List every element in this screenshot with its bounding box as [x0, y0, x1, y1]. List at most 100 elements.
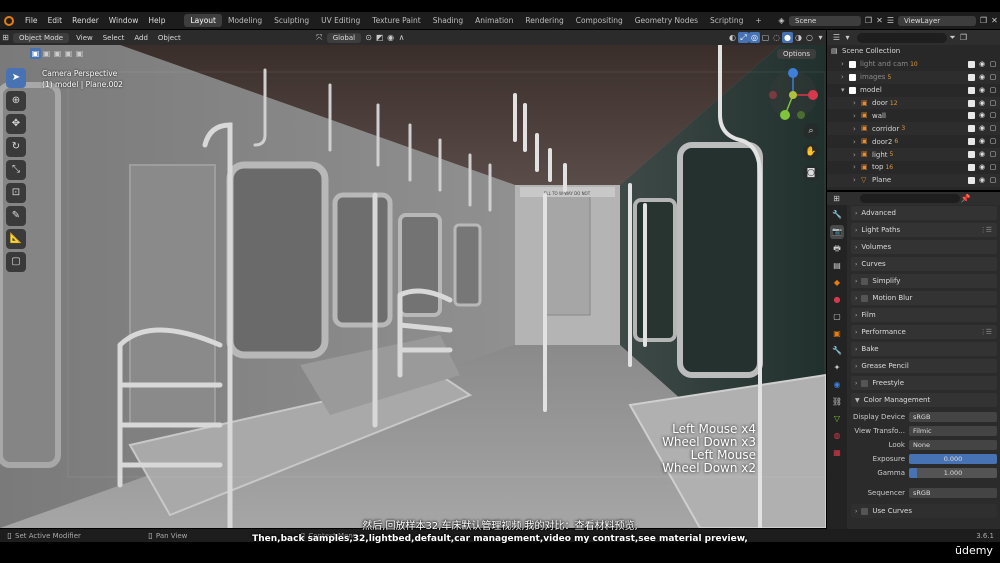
add-cube-tool-icon[interactable]: ▢: [6, 252, 26, 272]
expand-toggle-icon[interactable]: ›: [853, 138, 861, 146]
exclude-checkbox[interactable]: [968, 138, 975, 146]
new-scene-icon[interactable]: ❐: [863, 15, 874, 26]
exclude-checkbox[interactable]: [968, 112, 975, 120]
navigation-gizmo[interactable]: [765, 67, 825, 125]
eye-icon[interactable]: ◉: [978, 86, 986, 94]
proportional-edit-icon[interactable]: ◉: [385, 32, 396, 43]
object-tab-icon[interactable]: ▣: [830, 327, 844, 341]
material-tab-icon[interactable]: ◍: [830, 429, 844, 443]
exclude-checkbox[interactable]: [968, 99, 975, 107]
options-button[interactable]: Options: [776, 49, 816, 59]
expand-toggle-icon[interactable]: ›: [853, 163, 861, 171]
outliner-row-door[interactable]: › ▣ door 12 ◉ ▢: [827, 96, 1000, 110]
eye-icon[interactable]: ◉: [978, 73, 986, 81]
collection-tab-icon[interactable]: ▢: [830, 310, 844, 324]
expand-toggle-icon[interactable]: ›: [853, 125, 861, 133]
mode-selector[interactable]: Object Mode: [13, 32, 70, 43]
panel-enable-checkbox[interactable]: [861, 277, 869, 285]
filter-icon[interactable]: ▾: [842, 32, 853, 43]
eye-icon[interactable]: ◉: [978, 138, 986, 145]
tab-compositing[interactable]: Compositing: [570, 14, 629, 27]
tab-sculpting[interactable]: Sculpting: [268, 14, 315, 27]
exclude-checkbox[interactable]: [968, 176, 975, 184]
menu-window[interactable]: Window: [104, 16, 144, 25]
add-workspace-button[interactable]: +: [749, 14, 767, 27]
measure-tool-icon[interactable]: 📐: [6, 229, 26, 249]
menu-render[interactable]: Render: [67, 16, 104, 25]
color-management-panel[interactable]: ▼ Color Management: [851, 393, 997, 407]
visibility-icon[interactable]: ◐: [727, 32, 738, 43]
eye-icon[interactable]: ◉: [978, 99, 986, 107]
3d-viewport[interactable]: ELL TO W·WAY DO NOT Camera Perspective (…: [0, 45, 826, 528]
exclude-checkbox[interactable]: [968, 73, 975, 81]
use-curves-subpanel[interactable]: › Use Curves: [851, 504, 997, 518]
constraints-tab-icon[interactable]: ⛓: [830, 395, 844, 409]
gamma-slider[interactable]: 1.000: [909, 468, 997, 478]
funnel-icon[interactable]: ⏷: [947, 32, 958, 43]
new-viewlayer-icon[interactable]: ❐: [978, 15, 989, 26]
look-dropdown[interactable]: None: [909, 440, 997, 450]
viewlayer-icon[interactable]: ☰: [885, 15, 896, 26]
outliner-row-light[interactable]: › ▣ light 5 ◉ ▢: [827, 148, 1000, 162]
select-invert-icon[interactable]: ▣: [63, 48, 74, 59]
outliner-row-wall[interactable]: › ▣ wall ◉ ▢: [827, 109, 1000, 122]
falloff-icon[interactable]: ∧: [396, 32, 407, 43]
view-transform-dropdown[interactable]: Filmic: [909, 426, 997, 436]
rotate-tool-icon[interactable]: ↻: [6, 137, 26, 157]
camera-render-icon[interactable]: ▢: [989, 86, 997, 94]
menu-add[interactable]: Add: [129, 34, 153, 42]
outliner-search-input[interactable]: [857, 32, 947, 43]
camera-render-icon[interactable]: ▢: [989, 112, 997, 119]
transform-orientation-selector[interactable]: Global: [326, 32, 362, 43]
exclude-checkbox[interactable]: [968, 151, 975, 159]
tab-scripting[interactable]: Scripting: [704, 14, 749, 27]
panel-grease-pencil[interactable]: › Grease Pencil: [851, 359, 997, 373]
output-tab-icon[interactable]: 🖶: [830, 242, 844, 256]
tab-geometry-nodes[interactable]: Geometry Nodes: [629, 14, 704, 27]
gizmo-icon[interactable]: ⤢: [738, 32, 749, 43]
scene-collection-row[interactable]: ▤ Scene Collection: [827, 45, 1000, 58]
tab-animation[interactable]: Animation: [469, 14, 519, 27]
tab-texture-paint[interactable]: Texture Paint: [366, 14, 426, 27]
camera-render-icon[interactable]: ▢: [989, 125, 997, 132]
panel-advanced[interactable]: › Advanced: [851, 206, 997, 220]
panel-curves[interactable]: › Curves: [851, 257, 997, 271]
panel-light-paths[interactable]: › Light Paths ⋮☰: [851, 223, 997, 237]
physics-tab-icon[interactable]: ◉: [830, 378, 844, 392]
tab-rendering[interactable]: Rendering: [519, 14, 569, 27]
texture-tab-icon[interactable]: ▦: [830, 446, 844, 460]
expand-toggle-icon[interactable]: ›: [853, 99, 861, 107]
use-curves-checkbox[interactable]: [861, 507, 869, 515]
menu-edit[interactable]: Edit: [43, 16, 68, 25]
scene-icon[interactable]: ◈: [776, 15, 787, 26]
exclude-checkbox[interactable]: [968, 86, 975, 94]
outliner-row-plane[interactable]: › ▽ Plane ◉ ▢: [827, 173, 1000, 187]
menu-file[interactable]: File: [20, 16, 43, 25]
shading-wireframe-icon[interactable]: ◌: [771, 32, 782, 43]
eye-icon[interactable]: ◉: [978, 176, 986, 184]
move-tool-icon[interactable]: ✥: [6, 114, 26, 134]
properties-editor-icon[interactable]: ⊞: [831, 193, 842, 204]
exclude-checkbox[interactable]: [968, 60, 975, 68]
expand-toggle-icon[interactable]: ›: [853, 112, 861, 120]
particles-tab-icon[interactable]: ✦: [830, 361, 844, 375]
select-intersect-icon[interactable]: ▣: [74, 48, 85, 59]
panel-simplify[interactable]: › Simplify: [851, 274, 997, 288]
camera-render-icon[interactable]: ▢: [989, 60, 997, 68]
shading-options-icon[interactable]: ▾: [815, 32, 826, 43]
shading-rendered-icon[interactable]: ○: [804, 32, 815, 43]
outliner-row-door2[interactable]: › ▣ door2 6 ◉ ▢: [827, 135, 1000, 148]
camera-view-icon[interactable]: ◙: [803, 165, 819, 181]
panel-enable-checkbox[interactable]: [861, 379, 869, 387]
select-subtract-icon[interactable]: ▣: [52, 48, 63, 59]
blender-logo-icon[interactable]: [4, 15, 14, 26]
tab-shading[interactable]: Shading: [427, 14, 469, 27]
properties-search-input[interactable]: [860, 194, 960, 203]
select-extend-icon[interactable]: ▣: [41, 48, 52, 59]
eye-icon[interactable]: ◉: [978, 151, 986, 158]
menu-help[interactable]: Help: [143, 16, 170, 25]
expand-toggle-icon[interactable]: ▾: [841, 86, 849, 94]
panel-enable-checkbox[interactable]: [861, 294, 869, 302]
orientation-icon[interactable]: ⤧: [314, 32, 325, 43]
modifier-tab-icon[interactable]: 🔧: [830, 344, 844, 358]
